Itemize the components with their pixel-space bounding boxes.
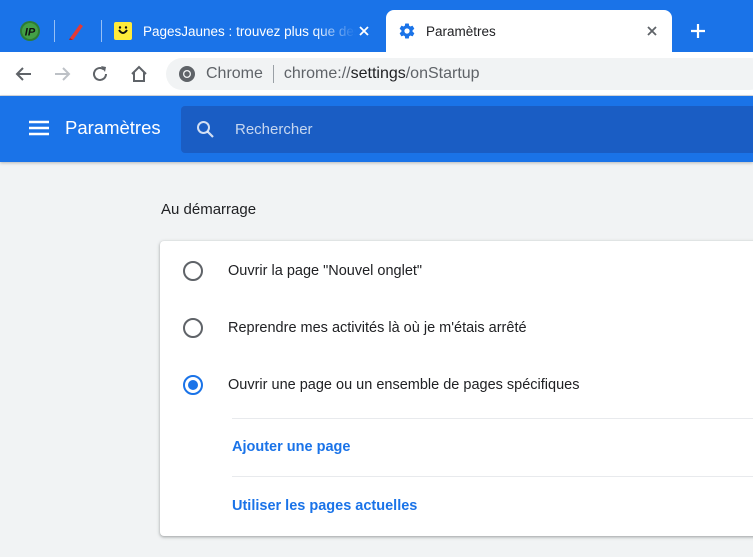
divider	[232, 418, 753, 419]
url-host: settings	[350, 65, 406, 82]
close-tab-icon[interactable]	[644, 23, 660, 39]
pagesjaunes-favicon-icon	[114, 22, 132, 40]
home-icon	[131, 65, 147, 82]
pinned-tab-pen[interactable]	[54, 10, 98, 52]
radio-button-checked[interactable]	[183, 375, 203, 395]
omnibox-separator	[272, 65, 274, 83]
forward-arrow-icon	[55, 67, 71, 81]
startup-option-continue[interactable]: Reprendre mes activités là où je m'étais…	[160, 308, 753, 348]
url-prefix: chrome://	[283, 65, 351, 82]
radio-label: Ouvrir une page ou un ensemble de pages …	[228, 377, 580, 393]
pinned-tab-ip[interactable]: IP	[8, 10, 52, 52]
radio-button[interactable]	[183, 261, 203, 281]
reload-button[interactable]	[86, 60, 114, 88]
reload-icon	[93, 66, 107, 81]
settings-header: Paramètres	[0, 96, 753, 162]
page-title: Paramètres	[65, 117, 161, 138]
gear-icon	[399, 23, 415, 39]
tab-strip: IP PagesJaunes : trouvez plus que des Pa…	[0, 0, 753, 52]
home-button[interactable]	[125, 60, 153, 88]
forward-button[interactable]	[48, 60, 76, 88]
chrome-icon	[179, 66, 195, 82]
tab-title: PagesJaunes : trouvez plus que des	[143, 23, 356, 39]
close-tab-icon[interactable]	[356, 23, 372, 39]
section-title: Au démarrage	[161, 201, 257, 218]
add-page-link[interactable]: Ajouter une page	[232, 439, 350, 455]
settings-search[interactable]	[181, 106, 753, 153]
radio-label: Reprendre mes activités là où je m'étais…	[228, 320, 527, 336]
radio-label: Ouvrir la page "Nouvel onglet"	[228, 263, 423, 279]
ip-favicon-icon: IP	[20, 21, 40, 41]
search-icon	[197, 121, 214, 138]
browser-toolbar: Chrome chrome://settings/onStartup	[0, 52, 753, 96]
startup-option-specific-pages[interactable]: Ouvrir une page ou un ensemble de pages …	[160, 365, 753, 405]
tab-parametres[interactable]: Paramètres	[386, 10, 672, 52]
hamburger-menu-icon	[29, 120, 49, 136]
radio-dot	[188, 380, 198, 390]
plus-icon	[691, 24, 705, 38]
startup-option-new-tab[interactable]: Ouvrir la page "Nouvel onglet"	[160, 251, 753, 291]
svg-text:IP: IP	[25, 27, 36, 39]
omnibox-scheme-label: Chrome	[206, 65, 263, 82]
red-pen-favicon-icon	[69, 24, 83, 40]
tab-title: Paramètres	[426, 23, 496, 39]
tab-pagesjaunes[interactable]: PagesJaunes : trouvez plus que des	[101, 10, 384, 52]
divider	[232, 476, 753, 477]
new-tab-button[interactable]	[684, 17, 712, 45]
back-arrow-icon	[15, 67, 31, 81]
use-current-pages-link[interactable]: Utiliser les pages actuelles	[232, 498, 417, 514]
url-path: /onStartup	[405, 65, 480, 82]
back-button[interactable]	[10, 60, 38, 88]
main-menu-button[interactable]	[26, 116, 52, 140]
radio-button[interactable]	[183, 318, 203, 338]
startup-card: Ouvrir la page "Nouvel onglet" Reprendre…	[160, 241, 753, 536]
address-bar[interactable]: Chrome chrome://settings/onStartup	[166, 58, 753, 90]
search-input[interactable]	[235, 121, 635, 138]
